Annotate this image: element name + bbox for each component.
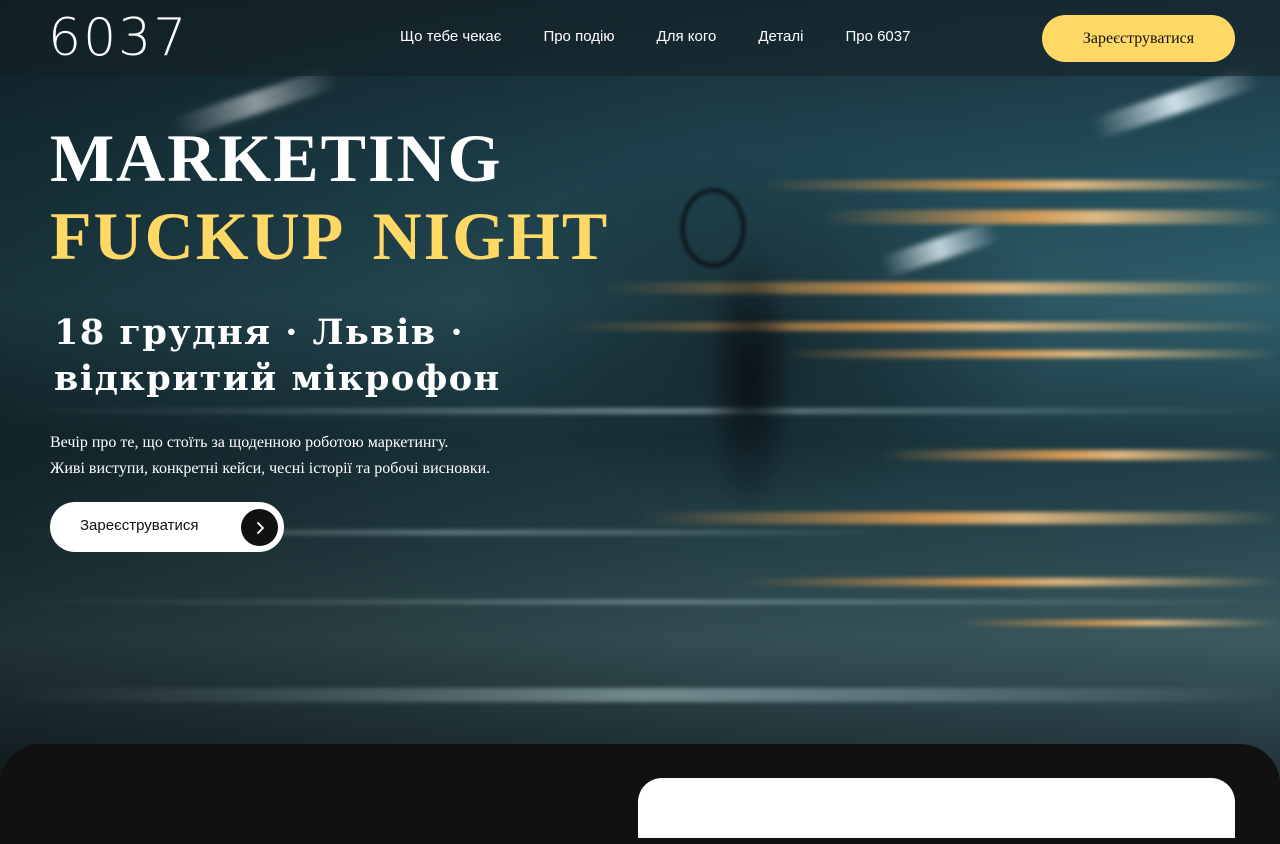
nav-link-about-event[interactable]: Про подію [543,28,614,45]
hero-subtitle: 18 грудня · Львів · відкритий мікрофон [54,312,501,399]
next-section-card [638,778,1235,838]
nav-link-details[interactable]: Деталі [758,28,803,45]
site-header: 6037 Що тебе чекає Про подію Для кого Де… [0,0,1280,76]
header-register-button[interactable]: Зареєструватися [1042,15,1235,62]
hero-description-line: Живі виступи, конкретні кейси, чесні іст… [50,460,491,477]
hero-title-line2: FUCKUP NIGHT [50,198,610,274]
nav-link-what-awaits[interactable]: Що тебе чекає [400,28,501,45]
nav-link-about-6037[interactable]: Про 6037 [845,28,910,45]
nav-link-for-whom[interactable]: Для кого [657,28,717,45]
hero-description-line: Вечір про те, що стоїть за щоденною робо… [50,434,449,451]
main-nav: Що тебе чекає Про подію Для кого Деталі … [400,28,952,45]
hero-register-button[interactable]: Зареєструватися [50,502,284,552]
chevron-right-icon [241,509,278,546]
hero-register-label: Зареєструватися [80,517,199,534]
logo[interactable]: 6037 [48,10,188,66]
hero-title-line1: MARKETING [50,120,503,196]
hero-description: Вечір про те, що стоїть за щоденною робо… [50,430,610,482]
